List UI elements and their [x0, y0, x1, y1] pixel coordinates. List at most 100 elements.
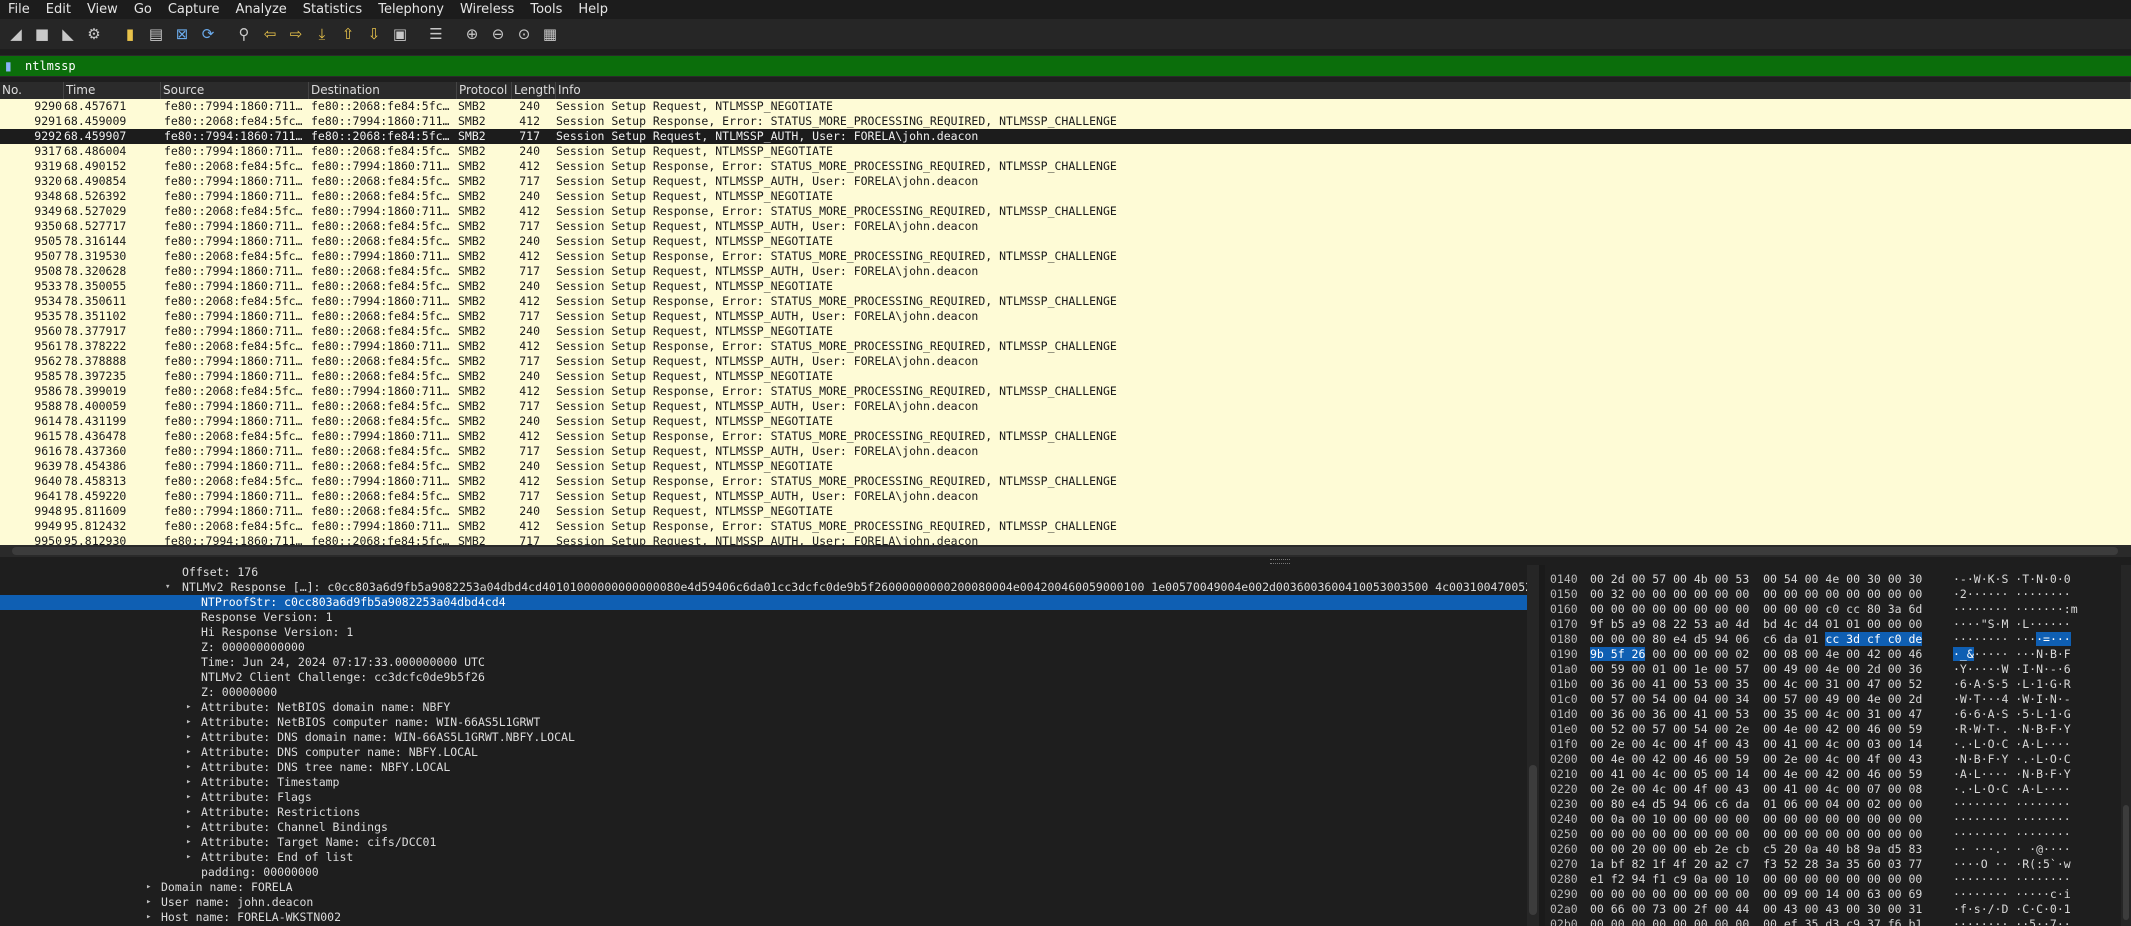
- hex-ascii[interactable]: ········ ····=···: [1953, 632, 2071, 647]
- hex-ascii[interactable]: ·Y·····W ·I·N·-·6: [1953, 662, 2071, 677]
- details-tree-item[interactable]: ▸ Attribute: DNS tree name: NBFY.LOCAL: [0, 760, 1527, 775]
- hex-bytes[interactable]: 00 00 00 00 00 00 00 00 00 09 00 14 00 6…: [1590, 887, 1922, 902]
- close-file-icon[interactable]: ⊠: [170, 22, 194, 46]
- packet-row[interactable]: 9317 68.486004 fe80::7994:1860:711… fe80::2…: [0, 144, 2131, 159]
- expand-arrow-icon[interactable]: ▸: [186, 805, 196, 820]
- details-tree-item[interactable]: ▸ Host name: FORELA-WKSTN002: [0, 910, 1527, 925]
- go-to-packet-icon[interactable]: ⤓: [310, 22, 334, 46]
- hex-ascii[interactable]: ········ ········: [1953, 872, 2071, 887]
- menu-view[interactable]: View: [79, 0, 126, 19]
- hex-bytes[interactable]: 00 4e 00 42 00 46 00 59 00 2e 00 4c 00 4…: [1590, 752, 1922, 767]
- hex-ascii[interactable]: ········ ········: [1953, 812, 2071, 827]
- details-tree-item[interactable]: ▸ Attribute: Flags: [0, 790, 1527, 805]
- packet-row[interactable]: 9292 68.459907 fe80::7994:1860:711… fe80::2…: [0, 129, 2131, 144]
- details-tree-item[interactable]: ▸ Attribute: NetBIOS computer name: WIN-6…: [0, 715, 1527, 730]
- packet-row[interactable]: 9950 95.812930 fe80::7994:1860:711… fe80::2…: [0, 534, 2131, 545]
- hex-bytes[interactable]: 1a bf 82 1f 4f 20 a2 c7 f3 52 28 3a 35 6…: [1590, 857, 1922, 872]
- packet-row[interactable]: 9534 78.350611 fe80::2068:fe84:5fc… fe80::7…: [0, 294, 2131, 309]
- packet-row[interactable]: 9615 78.436478 fe80::2068:fe84:5fc… fe80::7…: [0, 429, 2131, 444]
- save-file-icon[interactable]: ▤: [144, 22, 168, 46]
- details-tree-item[interactable]: ▸ Attribute: Restrictions: [0, 805, 1527, 820]
- hex-bytes[interactable]: 00 52 00 57 00 54 00 2e 00 4e 00 42 00 4…: [1590, 722, 1922, 737]
- details-tree-item[interactable]: Hi Response Version: 1: [0, 625, 1527, 640]
- hex-bytes[interactable]: 00 2d 00 57 00 4b 00 53 00 54 00 4e 00 3…: [1590, 572, 1922, 587]
- packet-row[interactable]: 9949 95.812432 fe80::2068:fe84:5fc… fe80::7…: [0, 519, 2131, 534]
- details-tree-item[interactable]: ▸ Attribute: Timestamp: [0, 775, 1527, 790]
- hex-ascii[interactable]: ·W·T···4 ·W·I·N·-: [1953, 692, 2071, 707]
- hex-bytes[interactable]: 00 00 00 80 e4 d5 94 06 c6 da 01 cc 3d c…: [1590, 632, 1923, 647]
- hex-ascii[interactable]: ········ ·······:m: [1953, 602, 2078, 617]
- packet-row[interactable]: 9508 78.320628 fe80::7994:1860:711… fe80::2…: [0, 264, 2131, 279]
- packet-row[interactable]: 9641 78.459220 fe80::7994:1860:711… fe80::2…: [0, 489, 2131, 504]
- packet-row[interactable]: 9586 78.399019 fe80::2068:fe84:5fc… fe80::7…: [0, 384, 2131, 399]
- expand-arrow-icon[interactable]: ▸: [186, 790, 196, 805]
- details-vscrollbar[interactable]: [1527, 565, 1539, 926]
- details-tree-item[interactable]: Z: 000000000000: [0, 640, 1527, 655]
- column-header-time[interactable]: Time: [64, 82, 161, 99]
- resize-columns-icon[interactable]: ▦: [538, 22, 562, 46]
- details-tree-item[interactable]: Response Version: 1: [0, 610, 1527, 625]
- hex-bytes[interactable]: 00 2e 00 4c 00 4f 00 43 00 41 00 4c 00 0…: [1590, 782, 1922, 797]
- expand-arrow-icon[interactable]: ▸: [186, 835, 196, 850]
- hex-ascii[interactable]: ····O ·· ·R(:5`·w: [1953, 857, 2071, 872]
- menu-wireless[interactable]: Wireless: [452, 0, 522, 19]
- menu-telephony[interactable]: Telephony: [370, 0, 452, 19]
- menu-statistics[interactable]: Statistics: [295, 0, 370, 19]
- display-filter-input[interactable]: [25, 57, 2025, 75]
- shark-fin-start-icon[interactable]: ◢: [4, 22, 28, 46]
- packet-row[interactable]: 9561 78.378222 fe80::2068:fe84:5fc… fe80::7…: [0, 339, 2131, 354]
- menu-file[interactable]: File: [0, 0, 38, 19]
- hex-ascii[interactable]: ·-·W·K·S ·T·N·0·0: [1953, 572, 2071, 587]
- details-tree-item[interactable]: ▸ Attribute: Target Name: cifs/DCC01: [0, 835, 1527, 850]
- go-back-icon[interactable]: ⇦: [258, 22, 282, 46]
- scrollbar-thumb[interactable]: [1529, 765, 1537, 915]
- hex-ascii[interactable]: ········ ·····c·i: [1953, 887, 2071, 902]
- go-last-icon[interactable]: ⇩: [362, 22, 386, 46]
- column-header-source[interactable]: Source: [161, 82, 309, 99]
- zoom-in-icon[interactable]: ⊕: [460, 22, 484, 46]
- menu-go[interactable]: Go: [126, 0, 160, 19]
- packet-row[interactable]: 9533 78.350055 fe80::7994:1860:711… fe80::2…: [0, 279, 2131, 294]
- packet-row[interactable]: 9640 78.458313 fe80::2068:fe84:5fc… fe80::7…: [0, 474, 2131, 489]
- hex-ascii[interactable]: ········ ··5··7··: [1953, 917, 2071, 926]
- packet-row[interactable]: 9560 78.377917 fe80::7994:1860:711… fe80::2…: [0, 324, 2131, 339]
- hex-ascii[interactable]: ········ ········: [1953, 827, 2071, 842]
- details-tree-item[interactable]: ▾ NTLMv2 Response […]: c0cc803a6d9fb5a908…: [0, 580, 1527, 595]
- column-header-protocol[interactable]: Protocol: [457, 82, 512, 99]
- packet-row[interactable]: 9948 95.811609 fe80::7994:1860:711… fe80::2…: [0, 504, 2131, 519]
- hex-ascii[interactable]: ·R·W·T·. ·N·B·F·Y: [1953, 722, 2071, 737]
- expand-arrow-icon[interactable]: ▸: [186, 775, 196, 790]
- expand-arrow-icon[interactable]: ▸: [186, 715, 196, 730]
- packet-row[interactable]: 9588 78.400059 fe80::7994:1860:711… fe80::2…: [0, 399, 2131, 414]
- expand-arrow-icon[interactable]: ▸: [186, 700, 196, 715]
- scrollbar-thumb[interactable]: [12, 547, 2118, 555]
- pane-splitter[interactable]: [0, 557, 2131, 565]
- hex-ascii[interactable]: ·N·B·F·Y ·.·L·O·C: [1953, 752, 2071, 767]
- details-tree-item[interactable]: Z: 00000000: [0, 685, 1527, 700]
- expand-arrow-icon[interactable]: ▸: [146, 910, 156, 925]
- go-forward-icon[interactable]: ⇨: [284, 22, 308, 46]
- hex-bytes[interactable]: 00 32 00 00 00 00 00 00 00 00 00 00 00 0…: [1590, 587, 1922, 602]
- hex-ascii[interactable]: ·.·L·O·C ·A·L····: [1953, 782, 2071, 797]
- zoom-out-icon[interactable]: ⊖: [486, 22, 510, 46]
- packet-row[interactable]: 9562 78.378888 fe80::7994:1860:711… fe80::2…: [0, 354, 2131, 369]
- packet-row[interactable]: 9585 78.397235 fe80::7994:1860:711… fe80::2…: [0, 369, 2131, 384]
- details-tree-item[interactable]: Offset: 176: [0, 565, 1527, 580]
- hex-ascii[interactable]: ·6·A·S·5 ·L·1·G·R: [1953, 677, 2071, 692]
- filter-bookmark-icon[interactable]: ▮: [5, 58, 21, 74]
- go-first-icon[interactable]: ⇧: [336, 22, 360, 46]
- hex-ascii[interactable]: ·f·s·/·D ·C·C·0·1: [1953, 902, 2071, 917]
- restart-icon[interactable]: ◣: [56, 22, 80, 46]
- hex-bytes[interactable]: 9b 5f 26 00 00 00 00 02 00 08 00 4e 00 4…: [1590, 647, 1922, 662]
- packet-row[interactable]: 9348 68.526392 fe80::7994:1860:711… fe80::2…: [0, 189, 2131, 204]
- hex-ascii[interactable]: ·· ···.· · ·@····: [1953, 842, 2071, 857]
- column-header-length[interactable]: Length: [512, 82, 556, 99]
- hex-bytes[interactable]: 00 57 00 54 00 04 00 34 00 57 00 49 00 4…: [1590, 692, 1922, 707]
- packet-row[interactable]: 9505 78.316144 fe80::7994:1860:711… fe80::2…: [0, 234, 2131, 249]
- stop-icon[interactable]: ■: [30, 22, 54, 46]
- hex-bytes[interactable]: 00 2e 00 4c 00 4f 00 43 00 41 00 4c 00 0…: [1590, 737, 1922, 752]
- hex-bytes[interactable]: e1 f2 94 f1 c9 0a 00 10 00 00 00 00 00 0…: [1590, 872, 1922, 887]
- bytes-vscrollbar[interactable]: [2121, 565, 2131, 926]
- hex-bytes[interactable]: 00 36 00 41 00 53 00 35 00 4c 00 31 00 4…: [1590, 677, 1922, 692]
- details-tree-item[interactable]: NTProofStr: c0cc803a6d9fb5a9082253a04dbd…: [0, 595, 1527, 610]
